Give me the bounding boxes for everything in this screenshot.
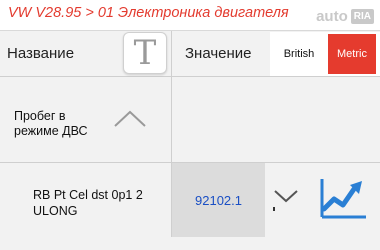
group-label: Пробег в режиме ДВС <box>14 109 88 138</box>
unit-toggle: British Metric <box>270 32 380 76</box>
watermark-ria-text: RIA <box>350 9 374 24</box>
title-bar: VW V28.95 > 01 Электроника двигателя aut… <box>0 0 380 31</box>
column-header-row: Название T Значение British Metric <box>0 31 380 77</box>
parameter-name: RB Pt Cel dst 0p1 2 ULONG <box>33 188 143 218</box>
watermark-logo: auto RIA <box>316 8 374 25</box>
column-name-label: Название <box>7 45 75 62</box>
column-value-label: Значение <box>185 45 252 62</box>
chevron-down-icon[interactable] <box>270 181 302 211</box>
bottom-strip <box>0 237 380 250</box>
column-divider <box>171 31 172 76</box>
unit-metric-button[interactable]: Metric <box>328 34 376 74</box>
parameter-value-cell: 92102.1 <box>172 163 265 237</box>
unit-british-button[interactable]: British <box>270 32 328 76</box>
column-divider <box>171 163 172 237</box>
font-size-button[interactable]: T <box>123 32 167 74</box>
column-divider <box>171 77 172 162</box>
watermark-auto-text: auto <box>316 8 348 25</box>
parameter-value: 92102.1 <box>195 192 242 208</box>
group-row[interactable]: Пробег в режиме ДВС <box>0 77 380 163</box>
screen-title: VW V28.95 > 01 Электроника двигателя <box>8 5 289 21</box>
chevron-up-icon[interactable] <box>112 107 148 129</box>
line-chart-icon[interactable] <box>318 175 370 221</box>
